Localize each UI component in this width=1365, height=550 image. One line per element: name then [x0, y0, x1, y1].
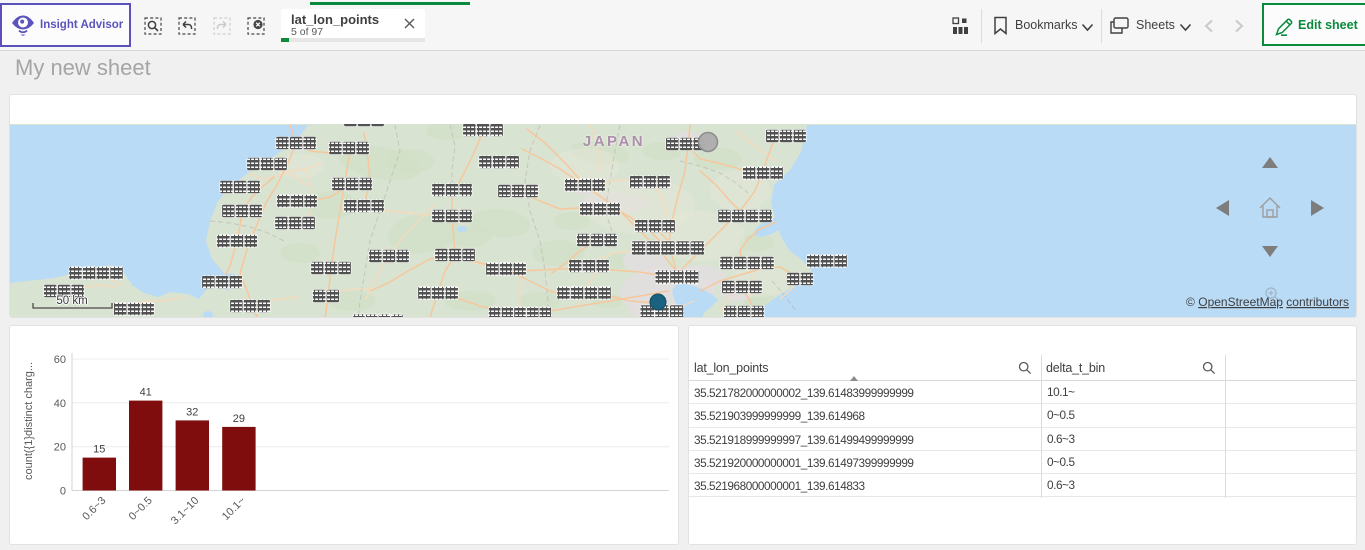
- svg-text:0: 0: [60, 486, 66, 498]
- svg-text:JAPAN: JAPAN: [583, 133, 645, 150]
- svg-text:3.1~10: 3.1~10: [169, 495, 201, 527]
- svg-text:29: 29: [233, 413, 245, 425]
- svg-text:41: 41: [140, 387, 152, 399]
- svg-text:count({1}distinct charg...: count({1}distinct charg...: [23, 362, 35, 480]
- svg-text:0~0.5: 0~0.5: [127, 495, 155, 523]
- svg-text:20: 20: [54, 442, 66, 454]
- svg-text:50 km: 50 km: [56, 295, 87, 307]
- svg-text:40: 40: [54, 398, 66, 410]
- svg-text:32: 32: [186, 406, 198, 418]
- svg-text:10.1~: 10.1~: [220, 495, 248, 523]
- svg-text:0.6~3: 0.6~3: [80, 495, 108, 523]
- svg-text:© OpenStreetMap contributors: © OpenStreetMap contributors: [1186, 295, 1349, 309]
- svg-text:15: 15: [93, 444, 105, 456]
- svg-text:60: 60: [54, 354, 66, 366]
